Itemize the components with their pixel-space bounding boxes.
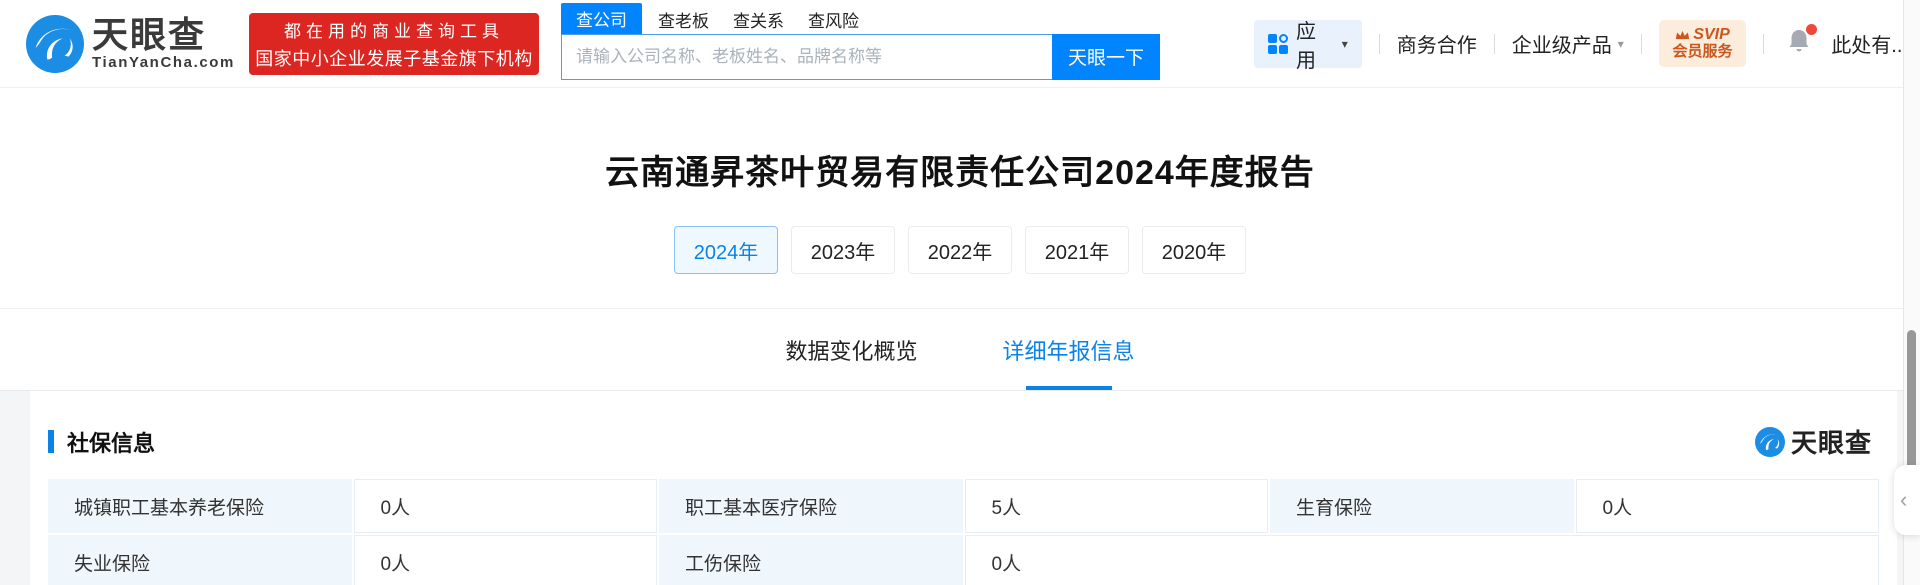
search-tab-relation[interactable]: 查关系	[733, 5, 784, 34]
crown-icon	[1675, 29, 1690, 41]
year-button-2023[interactable]: 2023年	[791, 226, 895, 274]
cell-label-unemployment: 失业保险	[48, 535, 352, 585]
search-button[interactable]: 天眼一下	[1052, 34, 1160, 80]
search-tabs: 查公司 查老板 查关系 查风险	[561, 8, 1160, 34]
search-tab-company[interactable]: 查公司	[561, 3, 642, 34]
watermark-logo-icon	[1755, 427, 1785, 457]
notifications-button[interactable]	[1787, 28, 1811, 59]
year-button-2020[interactable]: 2020年	[1142, 226, 1246, 274]
svip-sublabel: 会员服务	[1673, 43, 1733, 61]
apps-menu[interactable]: 应用 ▾	[1254, 20, 1362, 68]
top-header: 天眼查 TianYanCha.com 都在用的商业查询工具 国家中小企业发展子基…	[0, 0, 1920, 88]
apps-caret-icon: ▾	[1342, 37, 1348, 51]
cell-value-maternity: 0人	[1576, 479, 1880, 533]
tianyancha-logo[interactable]: 天眼查 TianYanCha.com	[26, 15, 235, 73]
cell-label-pension: 城镇职工基本养老保险	[48, 479, 352, 533]
nav-enterprise-products[interactable]: 企业级产品	[1512, 29, 1612, 58]
search-module: 查公司 查老板 查关系 查风险 天眼一下	[561, 8, 1160, 80]
cell-label-medical: 职工基本医疗保险	[659, 479, 963, 533]
year-selector: 2024年 2023年 2022年 2021年 2020年	[0, 226, 1920, 274]
report-content: 社保信息 天眼查 城镇职工基本养老保险 0人 职工基本医疗保险 5人 生育保险 …	[0, 391, 1920, 585]
cell-value-medical: 5人	[965, 479, 1269, 533]
side-panel-collapse-handle[interactable]: ‹	[1894, 465, 1920, 535]
table-row: 失业保险 0人 工伤保险 0人	[48, 535, 1879, 585]
cell-value-unemployment: 0人	[354, 535, 658, 585]
promo-banner-line1: 都在用的商业查询工具	[284, 17, 504, 42]
svip-membership-button[interactable]: SVIP 会员服务	[1659, 20, 1747, 67]
tab-data-change-overview[interactable]: 数据变化概览	[785, 309, 917, 390]
page-title: 云南通昇茶叶贸易有限责任公司2024年度报告	[0, 145, 1920, 194]
apps-grid-icon	[1268, 34, 1288, 54]
nav-divider	[1641, 34, 1642, 54]
promo-banner-line2: 国家中小企业发展子基金旗下机构	[255, 45, 533, 71]
nav-divider	[1379, 34, 1380, 54]
cell-label-work-injury: 工伤保险	[659, 535, 963, 585]
social-insurance-card: 社保信息 天眼查 城镇职工基本养老保险 0人 职工基本医疗保险 5人 生育保险 …	[30, 391, 1897, 585]
search-tab-risk[interactable]: 查风险	[808, 5, 859, 34]
promo-banner: 都在用的商业查询工具 国家中小企业发展子基金旗下机构	[249, 13, 539, 75]
table-row: 城镇职工基本养老保险 0人 职工基本医疗保险 5人 生育保险 0人	[48, 479, 1879, 533]
apps-label: 应用	[1296, 15, 1334, 73]
report-tabbar: 数据变化概览 详细年报信息	[0, 309, 1920, 391]
header-nav: 应用 ▾ 商务合作 企业级产品 ▾ SVIP 会员服务 此处	[1254, 20, 1920, 68]
user-more-label: 此处有...	[1831, 29, 1908, 58]
svip-label: SVIP	[1693, 27, 1729, 43]
enterprise-caret-icon: ▾	[1618, 37, 1624, 51]
nav-divider	[1763, 34, 1764, 54]
cell-value-work-injury: 0人	[965, 535, 1880, 585]
section-title: 社保信息	[67, 426, 155, 458]
logo-domain-text: TianYanCha.com	[92, 54, 235, 71]
section-accent-bar	[48, 430, 54, 453]
year-button-2022[interactable]: 2022年	[908, 226, 1012, 274]
search-tab-boss[interactable]: 查老板	[658, 5, 709, 34]
search-input[interactable]	[561, 34, 1052, 80]
tianyancha-logo-icon	[26, 15, 84, 73]
notification-badge-dot	[1806, 24, 1817, 35]
tianyancha-watermark: 天眼查	[1755, 423, 1872, 460]
social-insurance-table: 城镇职工基本养老保险 0人 职工基本医疗保险 5人 生育保险 0人 失业保险 0…	[46, 477, 1881, 585]
cell-value-pension: 0人	[354, 479, 658, 533]
year-button-2021[interactable]: 2021年	[1025, 226, 1129, 274]
tab-detailed-annual-report[interactable]: 详细年报信息	[1003, 309, 1135, 390]
nav-business-cooperation[interactable]: 商务合作	[1397, 29, 1477, 58]
cell-label-maternity: 生育保险	[1270, 479, 1574, 533]
nav-divider	[1494, 34, 1495, 54]
chevron-left-icon: ‹	[1900, 489, 1907, 511]
watermark-brand-text: 天眼查	[1791, 423, 1872, 460]
logo-brand-text: 天眼查	[92, 16, 235, 54]
year-button-2024[interactable]: 2024年	[674, 226, 778, 274]
